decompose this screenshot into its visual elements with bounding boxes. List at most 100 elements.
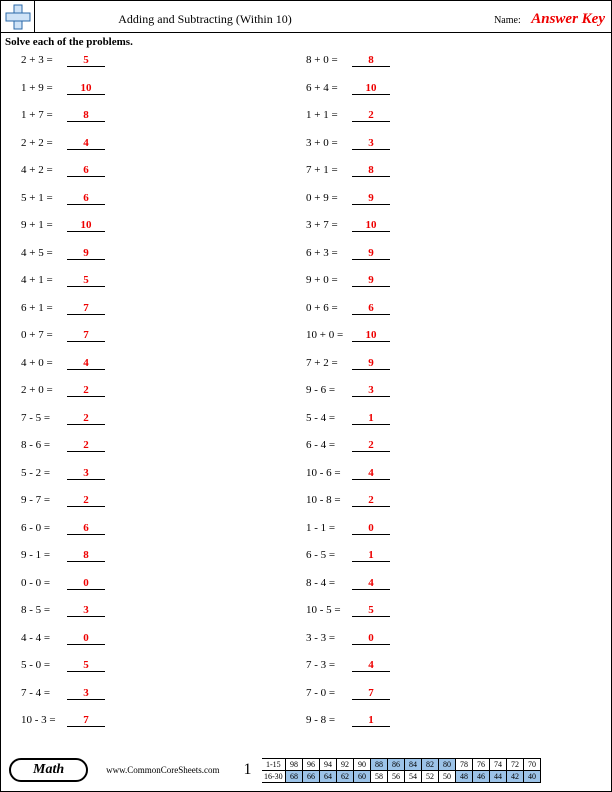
score-cell: 54 xyxy=(405,770,422,782)
score-cell: 50 xyxy=(439,770,456,782)
problem-expression: 2 + 0 = xyxy=(21,384,65,396)
answer-value: 2 xyxy=(83,384,89,396)
problem-expression: 2 + 2 = xyxy=(21,137,65,149)
problem-expression: 3 - 3 = xyxy=(306,632,350,644)
problem-row: 5 - 0 =5 xyxy=(21,659,306,687)
answer-blank: 2 xyxy=(67,412,105,425)
answer-value: 2 xyxy=(368,439,374,451)
problem-expression: 8 - 5 = xyxy=(21,604,65,616)
problem-expression: 4 + 1 = xyxy=(21,274,65,286)
problem-expression: 7 - 5 = xyxy=(21,412,65,424)
score-cell: 82 xyxy=(422,758,439,770)
problem-expression: 6 + 4 = xyxy=(306,82,350,94)
answer-blank: 8 xyxy=(67,549,105,562)
problem-expression: 0 + 9 = xyxy=(306,192,350,204)
score-cell: 62 xyxy=(337,770,354,782)
problem-row: 7 - 3 =4 xyxy=(306,659,591,687)
answer-blank: 7 xyxy=(67,302,105,315)
subject-pill: Math xyxy=(9,758,88,782)
answer-value: 8 xyxy=(83,549,89,561)
answer-value: 8 xyxy=(368,54,374,66)
problem-row: 0 - 0 =0 xyxy=(21,577,306,605)
answer-value: 3 xyxy=(83,687,89,699)
answer-blank: 4 xyxy=(67,357,105,370)
answer-value: 10 xyxy=(81,82,92,94)
answer-blank: 2 xyxy=(67,384,105,397)
answer-blank: 2 xyxy=(352,494,390,507)
answer-value: 7 xyxy=(83,302,89,314)
answer-value: 9 xyxy=(368,192,374,204)
problem-row: 9 - 7 =2 xyxy=(21,494,306,522)
problem-expression: 5 - 2 = xyxy=(21,467,65,479)
header: Adding and Subtracting (Within 10) Name:… xyxy=(1,1,611,33)
worksheet-title: Adding and Subtracting (Within 10) xyxy=(35,6,375,27)
answer-blank: 9 xyxy=(352,247,390,260)
problem-row: 6 + 3 =9 xyxy=(306,247,591,275)
answer-value: 3 xyxy=(368,384,374,396)
score-row: 1-15989694929088868482807876747270 xyxy=(262,758,541,770)
problem-row: 1 + 7 =8 xyxy=(21,109,306,137)
problem-row: 1 - 1 =0 xyxy=(306,522,591,550)
problem-row: 4 + 1 = 5 xyxy=(21,274,306,302)
problem-expression: 7 - 4 = xyxy=(21,687,65,699)
problem-expression: 6 + 3 = xyxy=(306,247,350,259)
problem-expression: 10 - 6 = xyxy=(306,467,350,479)
score-cell: 56 xyxy=(388,770,405,782)
problem-expression: 8 - 4 = xyxy=(306,577,350,589)
problem-expression: 1 + 9 = xyxy=(21,82,65,94)
answer-value: 9 xyxy=(368,357,374,369)
answer-blank: 1 xyxy=(352,412,390,425)
answer-value: 9 xyxy=(83,247,89,259)
problem-row: 6 - 5 =1 xyxy=(306,549,591,577)
answer-blank: 1 xyxy=(352,549,390,562)
score-cell: 76 xyxy=(473,758,490,770)
problem-expression: 3 + 0 = xyxy=(306,137,350,149)
problem-row: 0 + 7 =7 xyxy=(21,329,306,357)
answer-blank: 0 xyxy=(352,632,390,645)
problem-expression: 5 - 4 = xyxy=(306,412,350,424)
problem-row: 6 + 1 =7 xyxy=(21,302,306,330)
answer-blank: 5 xyxy=(67,54,105,67)
problem-row: 3 + 7 =10 xyxy=(306,219,591,247)
problem-row: 10 + 0 =10 xyxy=(306,329,591,357)
score-cell: 92 xyxy=(337,758,354,770)
answer-blank: 7 xyxy=(352,687,390,700)
problem-expression: 0 + 6 = xyxy=(306,302,350,314)
score-cell: 86 xyxy=(388,758,405,770)
answer-blank: 4 xyxy=(352,659,390,672)
page-number: 1 xyxy=(244,761,252,779)
problem-row: 1 + 9 = 10 xyxy=(21,82,306,110)
answer-value: 5 xyxy=(83,274,89,286)
score-cell: 68 xyxy=(286,770,303,782)
problem-row: 3 + 0 =3 xyxy=(306,137,591,165)
problem-expression: 9 - 1 = xyxy=(21,549,65,561)
problem-row: 4 + 5 =9 xyxy=(21,247,306,275)
problem-expression: 10 - 3 = xyxy=(21,714,65,726)
answer-blank: 7 xyxy=(67,329,105,342)
problem-expression: 1 - 1 = xyxy=(306,522,350,534)
answer-value: 3 xyxy=(83,604,89,616)
problem-expression: 3 + 7 = xyxy=(306,219,350,231)
problem-row: 4 - 4 =0 xyxy=(21,632,306,660)
problem-expression: 7 - 3 = xyxy=(306,659,350,671)
problem-row: 8 - 6 =2 xyxy=(21,439,306,467)
problem-expression: 6 - 4 = xyxy=(306,439,350,451)
problem-expression: 5 + 1 = xyxy=(21,192,65,204)
name-line: Name: Answer Key xyxy=(375,5,611,28)
problem-row: 1 + 1 =2 xyxy=(306,109,591,137)
answer-blank: 6 xyxy=(67,164,105,177)
answer-blank: 5 xyxy=(67,274,105,287)
problem-row: 3 - 3 =0 xyxy=(306,632,591,660)
site-url: www.CommonCoreSheets.com xyxy=(106,765,219,775)
score-cell: 74 xyxy=(490,758,507,770)
score-row-label: 16-30 xyxy=(262,770,286,782)
logo-cross-icon xyxy=(1,1,35,33)
answer-value: 5 xyxy=(83,54,89,66)
problem-row: 5 - 2 =3 xyxy=(21,467,306,495)
problem-row: 8 - 4 =4 xyxy=(306,577,591,605)
answer-value: 9 xyxy=(368,274,374,286)
score-cell: 96 xyxy=(303,758,320,770)
answer-blank: 4 xyxy=(67,137,105,150)
problem-row: 4 + 2 =6 xyxy=(21,164,306,192)
problem-row: 9 - 6 =3 xyxy=(306,384,591,412)
